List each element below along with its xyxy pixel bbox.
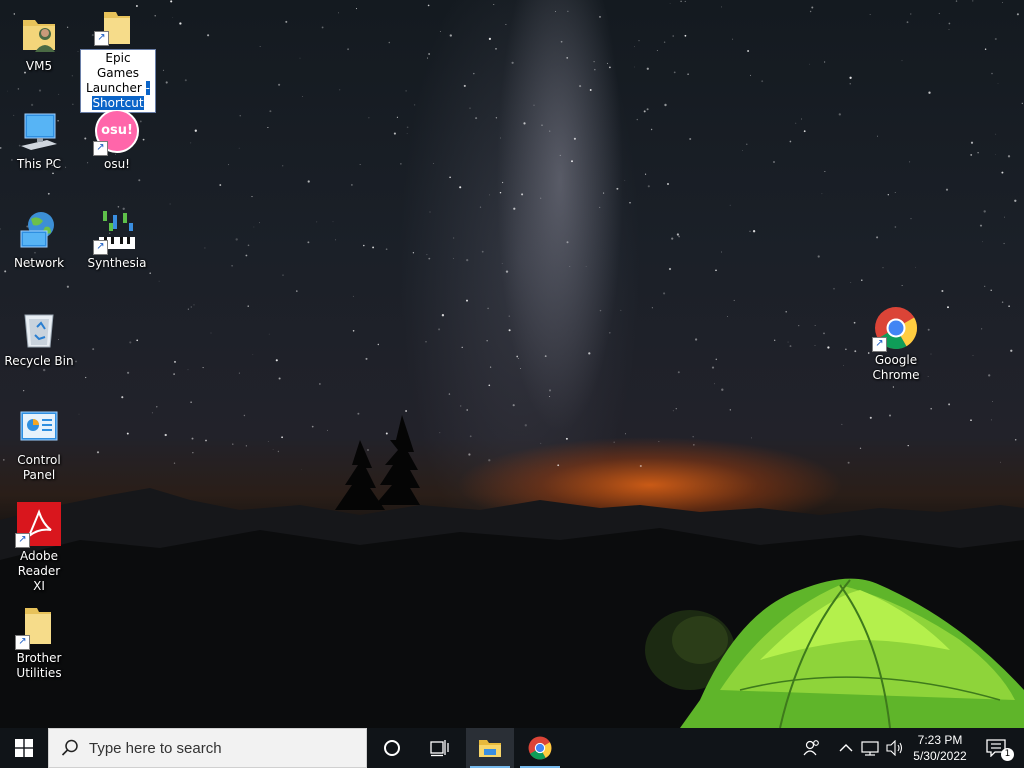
adobe-reader-icon: ↗ — [15, 502, 61, 548]
icon-label: Recycle Bin — [4, 354, 74, 368]
taskbar-google-chrome[interactable] — [516, 728, 564, 768]
icon-label-line1: Brother — [16, 651, 62, 665]
shortcut-arrow-icon: ↗ — [93, 141, 108, 156]
chrome-icon: ↗ — [872, 306, 918, 352]
windows-logo-icon — [15, 739, 33, 757]
start-button[interactable] — [0, 728, 48, 768]
network-icon — [861, 741, 879, 756]
file-explorer-icon — [479, 740, 501, 757]
taskbar-clock[interactable]: 7:23 PM 5/30/2022 — [906, 728, 974, 768]
search-placeholder: Type here to search — [89, 739, 222, 757]
recycle-bin-icon — [17, 307, 61, 351]
shortcut-arrow-icon: ↗ — [15, 635, 30, 650]
chrome-icon — [528, 736, 552, 760]
desktop-icon-osu[interactable]: osu! ↗ osu! — [79, 110, 155, 172]
notification-count-badge: 1 — [1001, 748, 1014, 761]
user-folder-icon — [17, 12, 61, 56]
icon-label-line1: Adobe Reader — [17, 549, 61, 578]
desktop-icon-recycle-bin[interactable]: Recycle Bin — [1, 307, 77, 369]
icon-label-line2: Chrome — [872, 368, 920, 382]
icon-label-line2: Launcher — [86, 81, 142, 95]
icon-label: Synthesia — [87, 256, 147, 270]
desktop[interactable]: VM5 This PC Network Recycle Bin Control … — [0, 0, 1024, 728]
chevron-up-icon — [839, 744, 853, 752]
task-view-icon — [430, 740, 449, 757]
desktop-icon-brother-utilities[interactable]: ↗ Brother Utilities — [1, 604, 77, 681]
control-panel-icon — [17, 406, 61, 450]
icon-label-line2-highlight: - — [145, 81, 150, 95]
action-center-button[interactable]: 1 — [976, 728, 1016, 768]
icon-label: VM5 — [25, 59, 53, 73]
icon-label-line1: Google — [874, 353, 918, 367]
computer-icon — [17, 110, 61, 154]
icon-label: This PC — [17, 157, 61, 171]
network-tray-button[interactable] — [858, 728, 882, 768]
taskbar-search-box[interactable]: Type here to search — [48, 728, 367, 768]
desktop-icon-adobe-reader[interactable]: ↗ Adobe Reader XI — [1, 502, 77, 594]
icon-label: Control Panel — [17, 453, 61, 482]
desktop-icon-epic-games[interactable]: ↗ Epic Games Launcher - Shortcut — [80, 12, 156, 113]
icon-label: osu! — [103, 157, 130, 171]
people-button[interactable] — [796, 728, 828, 768]
desktop-icon-google-chrome[interactable]: ↗ Google Chrome — [858, 306, 934, 383]
desktop-icon-this-pc[interactable]: This PC — [1, 110, 77, 172]
clock-time: 7:23 PM — [917, 733, 963, 747]
desktop-icon-control-panel[interactable]: Control Panel — [1, 406, 77, 483]
cortana-circle-icon — [384, 740, 400, 756]
cortana-button[interactable] — [368, 728, 416, 768]
shortcut-arrow-icon: ↗ — [872, 337, 887, 352]
people-icon — [803, 740, 819, 756]
search-icon — [61, 739, 78, 756]
shortcut-arrow-icon: ↗ — [15, 533, 30, 548]
shortcut-arrow-icon: ↗ — [94, 31, 109, 46]
shortcut-arrow-icon: ↗ — [93, 240, 108, 255]
desktop-icon-synthesia[interactable]: ↗ Synthesia — [79, 209, 155, 271]
volume-icon — [886, 740, 903, 756]
network-globe-icon — [17, 209, 61, 253]
folder-icon: ↗ — [94, 12, 140, 56]
folder-icon: ↗ — [15, 604, 61, 650]
icon-label-line3: Shortcut — [92, 96, 144, 110]
volume-tray-button[interactable] — [884, 728, 906, 768]
clock-date: 5/30/2022 — [913, 749, 967, 763]
osu-logo-text: osu! — [101, 123, 133, 138]
taskbar: Type here to search 7:23 PM 5/30/2022 1 — [0, 728, 1024, 768]
icon-label-selected[interactable]: Epic Games Launcher - Shortcut — [80, 49, 156, 113]
task-view-button[interactable] — [416, 728, 464, 768]
osu-icon: osu! ↗ — [93, 110, 139, 156]
icon-label: Network — [13, 256, 65, 270]
icon-label-line2: XI — [33, 579, 45, 593]
icon-label-line2: Utilities — [16, 666, 62, 680]
desktop-icon-vm5[interactable]: VM5 — [1, 12, 77, 74]
synthesia-icon: ↗ — [93, 209, 139, 255]
show-hidden-icons-button[interactable] — [836, 728, 856, 768]
desktop-icon-network[interactable]: Network — [1, 209, 77, 271]
taskbar-file-explorer[interactable] — [466, 728, 514, 768]
